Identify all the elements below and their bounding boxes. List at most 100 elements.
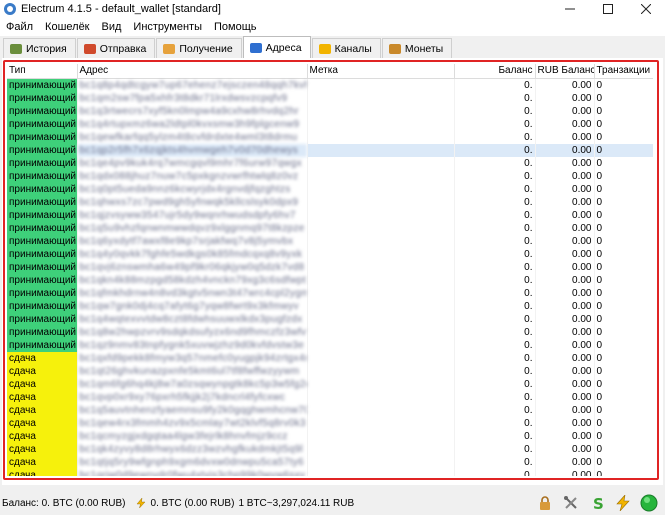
lightning-icon[interactable] (613, 493, 633, 513)
table-row[interactable]: принимающий bc1qhwxs7zc7pwd9gh5yfnwqk5kll… (7, 195, 653, 209)
tab-history[interactable]: История (3, 38, 76, 58)
column-header-address[interactable]: Адрес (77, 64, 308, 79)
column-header-transactions[interactable]: Транзакции (594, 64, 653, 79)
balance-cell: 0. (454, 182, 536, 196)
fiat-balance-cell: 0.00 (535, 91, 595, 105)
column-header-balance[interactable]: Баланс (454, 64, 536, 79)
address-cell: bc1qew4rx3fmmh4zv9x5cmlay7wt2klvf5q8rv0k… (77, 416, 308, 430)
table-row[interactable]: принимающий bc1q4y0qvkk7fghfe5wdkgs0k85fm… (7, 247, 653, 261)
table-row[interactable]: сдача bc1qrjw0d9ewnydr0fwu4xtyjs3chp99k0w… (7, 468, 653, 476)
address-type-cell: принимающий (7, 156, 78, 170)
electrum-logo-icon (4, 3, 16, 15)
table-row[interactable]: принимающий bc1qe4pv9kuk4rq7wmcgqvl9mhr7f… (7, 156, 653, 170)
label-cell (307, 364, 455, 378)
transactions-cell: 0 (594, 169, 653, 183)
seed-icon[interactable]: S (587, 493, 607, 513)
table-row[interactable]: сдача bc1qm6fg6hq4kj8w7a0zsqwynpgtk8kc5p3… (7, 377, 653, 391)
table-row[interactable]: принимающий bc1qm2sw7fpa5xhfr3t8dkr71lrxd… (7, 91, 653, 105)
close-button[interactable] (627, 0, 665, 18)
label-cell (307, 377, 455, 391)
table-row[interactable]: принимающий bc1qp2r5fh7x6zqjkts4hvmwgeh7v… (7, 143, 653, 157)
status-bar: Баланс: 0. BTC (0.00 RUB) 0. BTC (0.00 R… (0, 491, 665, 515)
tools-icon[interactable] (561, 493, 581, 513)
lock-icon[interactable] (535, 493, 555, 513)
address-type-cell: принимающий (7, 117, 78, 131)
fiat-balance-cell: 0.00 (535, 143, 595, 157)
table-row[interactable]: принимающий bc1qfmkhdrnw4n8vd3kgtv5nwn3t4… (7, 286, 653, 300)
menu-tools[interactable]: Инструменты (127, 21, 208, 33)
maximize-icon (603, 4, 613, 14)
address-type-cell: принимающий (7, 273, 78, 287)
tab-lightning[interactable]: Каналы (311, 38, 381, 58)
balance-cell: 0. (454, 351, 536, 365)
coins-icon (388, 43, 401, 54)
table-row[interactable]: сдача bc1qvp0xr9xy76pxrh5fkjjk2j7kdncrl4f… (7, 390, 653, 404)
table-row[interactable]: принимающий bc1q6yxdytf7awxf8e9kp7srjakfw… (7, 234, 653, 248)
table-row[interactable]: принимающий bc1q5u9vhzfqnwnmwwdqvz9xlggnm… (7, 221, 653, 235)
status-icons: S (529, 493, 659, 513)
table-row[interactable]: принимающий bc1q8p4qdtcgyw7up67ehenz7ejsc… (7, 78, 653, 92)
address-cell: bc1qm2sw7fpa5xhfr3t8dkr71lrxdwsvzcpqfv9 (77, 91, 308, 105)
balance-cell: 0. (454, 78, 536, 92)
table-row[interactable]: принимающий bc1qz9nmv83tnpfygnk5xuvwjzhz9… (7, 338, 653, 352)
address-cell: bc1q5u9vhzfqnwnmwwdqvz9xlggnmq97t8kzpze (77, 221, 308, 235)
address-cell: bc1qk4zyvy8d8rhwyx6dzz3wzvhgfkukdmkjt5q9… (77, 442, 308, 456)
balance-cell: 0. (454, 143, 536, 157)
fiat-balance-cell: 0.00 (535, 78, 595, 92)
transactions-cell: 0 (594, 286, 653, 300)
minimize-button[interactable] (551, 0, 589, 18)
column-header-fiat-balance[interactable]: RUB Баланс (535, 64, 595, 79)
balance-cell: 0. (454, 104, 536, 118)
balance-cell: 0. (454, 416, 536, 430)
table-row[interactable]: принимающий bc1q3rtwecrs7xyf5kn0lmpw4a9cx… (7, 104, 653, 118)
address-cell: bc1q6yxdytf7awxf8e9kp7srjakfwq7v8j5ymvbx (77, 234, 308, 248)
table-row[interactable]: принимающий bc1q8w2hwpzvrv9sdqkdsufyzx6nd… (7, 325, 653, 339)
fiat-balance-cell: 0.00 (535, 403, 595, 417)
table-row[interactable]: принимающий bc1q4wqtexvvtdw8czt8fdwhsuuwx… (7, 312, 653, 326)
fiat-balance-cell: 0.00 (535, 182, 595, 196)
tab-receive[interactable]: Получение (156, 38, 242, 58)
table-row[interactable]: сдача bc1q5auvtnhenzfyaemnsu9fy2k0gqghwmh… (7, 403, 653, 417)
table-row[interactable]: принимающий bc1qjzvsyww3547ujr5dy9wqnrhwu… (7, 208, 653, 222)
fiat-balance-cell: 0.00 (535, 351, 595, 365)
network-status-icon[interactable] (639, 493, 659, 513)
tab-addresses[interactable]: Адреса (242, 36, 311, 58)
table-row[interactable]: сдача bc1qew4rx3fmmh4zv9x5cmlay7wt2klvf5q… (7, 416, 653, 430)
transactions-cell: 0 (594, 221, 653, 235)
table-row[interactable]: принимающий bc1qw7gnk0dj4cq7afyt6g7yqw8fw… (7, 299, 653, 313)
addresses-table: Тип Адрес Метка Баланс RUB Баланс Транза… (7, 64, 653, 476)
transactions-cell: 0 (594, 338, 653, 352)
balance-cell: 0. (454, 130, 536, 144)
address-cell: bc1q4rtupxmz6wa2ldtpl0kvxsmw3h9fplgcenw9 (77, 117, 308, 131)
table-row[interactable]: сдача bc1qcmyzgjxdgqtaa4lgw3fejrlk8hnvfmj… (7, 429, 653, 443)
table-row[interactable]: принимающий bc1qdx088jhuz7nuw7c5pxkgnzvwr… (7, 169, 653, 183)
table-row[interactable]: сдача bc1qtjq5ry9wfgnph9xgm6dvxw0dnwpu5ca… (7, 455, 653, 469)
label-cell (307, 351, 455, 365)
column-header-type[interactable]: Тип (7, 64, 78, 79)
label-cell (307, 208, 455, 222)
table-row[interactable]: принимающий bc1q4rtupxmz6wa2ldtpl0kvxsmw3… (7, 117, 653, 131)
table-row[interactable]: сдача bc1qk4zyvy8d8rhwyx6dzz3wzvhgfkukdmk… (7, 442, 653, 456)
maximize-button[interactable] (589, 0, 627, 18)
balance-cell: 0. (454, 260, 536, 274)
tab-coins[interactable]: Монеты (381, 38, 453, 58)
menu-view[interactable]: Вид (96, 21, 128, 33)
table-row[interactable]: сдача bc1qxfd9pekk8fmyw3q57nmefc0yugpjk94… (7, 351, 653, 365)
column-header-label[interactable]: Метка (307, 64, 455, 79)
balance-cell: 0. (454, 338, 536, 352)
menu-help[interactable]: Помощь (208, 21, 263, 33)
transactions-cell: 0 (594, 390, 653, 404)
table-row[interactable]: сдача bc1qt26ghvkunazpxnfe5kmt6ul7tf8fwff… (7, 364, 653, 378)
address-type-cell: принимающий (7, 286, 78, 300)
fiat-balance-cell: 0.00 (535, 468, 595, 476)
menu-file[interactable]: Файл (0, 21, 39, 33)
table-row[interactable]: принимающий bc1qkn4k88mzpgd58kdzh4vnckn79… (7, 273, 653, 287)
table-row[interactable]: принимающий bc1q0pt5ueda9nnz6kcwyrjdx4rgn… (7, 182, 653, 196)
tab-send[interactable]: Отправка (76, 38, 156, 58)
fiat-balance-cell: 0.00 (535, 286, 595, 300)
table-row[interactable]: принимающий bc1qewfkarfqq5ylzm4t8cvfdrdxt… (7, 130, 653, 144)
table-row[interactable]: принимающий bc1qvj6znswmha6w49pf9kr06qkjy… (7, 260, 653, 274)
menu-wallet[interactable]: Кошелёк (39, 21, 95, 33)
address-cell: bc1qewfkarfqq5ylzm4t8cvfdrdxte4wml3t8drm… (77, 130, 308, 144)
label-cell (307, 312, 455, 326)
